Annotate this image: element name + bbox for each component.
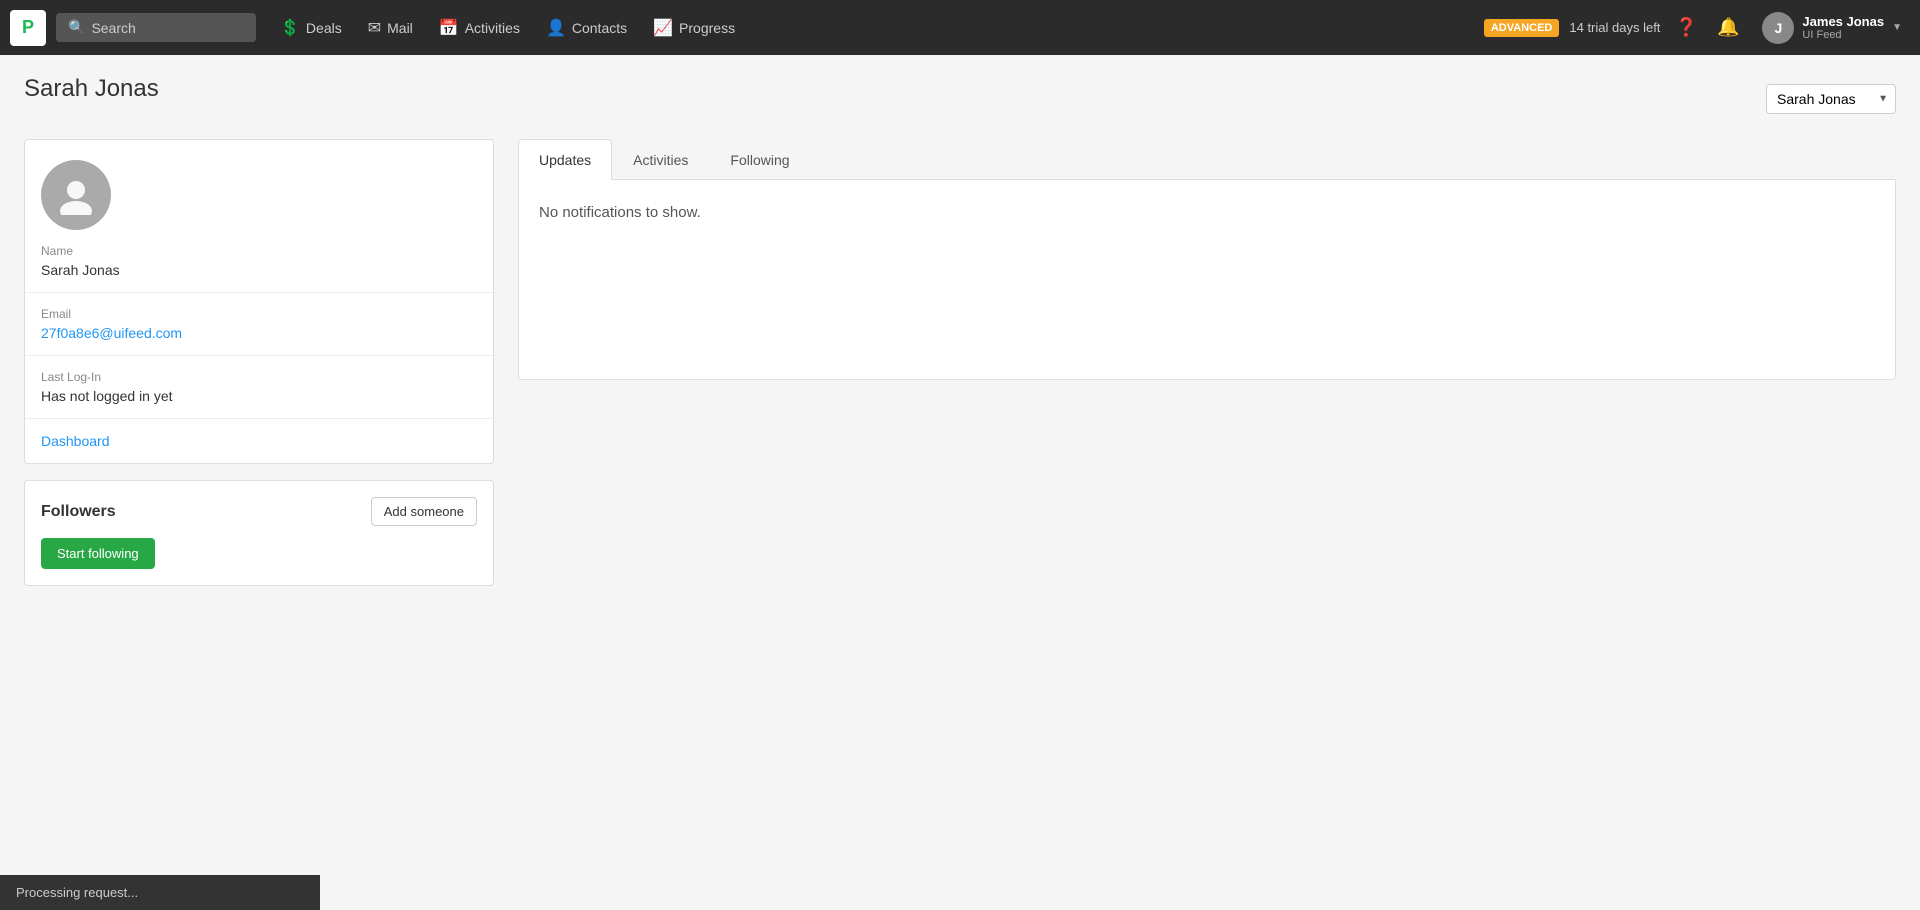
progress-icon: 📈 — [653, 18, 673, 38]
page-content: Sarah Jonas Sarah Jonas — [0, 55, 1920, 606]
trial-text: 14 trial days left — [1569, 20, 1660, 35]
left-panel: Name Sarah Jonas Email 27f0a8e6@uifeed.c… — [24, 139, 494, 586]
processing-bar: Processing request... — [0, 875, 320, 910]
last-login-value: Has not logged in yet — [41, 388, 477, 404]
nav-items: 💲 Deals ✉ Mail 📅 Activities 👤 Contacts 📈… — [268, 10, 747, 46]
contact-select[interactable]: Sarah Jonas — [1766, 84, 1896, 114]
email-row: Email 27f0a8e6@uifeed.com — [25, 293, 493, 356]
nav-item-progress-label: Progress — [679, 20, 735, 36]
tabs: Updates Activities Following — [518, 139, 1896, 180]
user-avatar: J — [1762, 12, 1794, 44]
email-value[interactable]: 27f0a8e6@uifeed.com — [41, 325, 182, 341]
content-layout: Name Sarah Jonas Email 27f0a8e6@uifeed.c… — [24, 139, 1896, 586]
search-box[interactable]: 🔍 Search — [56, 13, 256, 42]
user-name: James Jonas — [1802, 14, 1884, 29]
user-menu[interactable]: J James Jonas UI Feed ▼ — [1754, 8, 1910, 48]
advanced-badge: ADVANCED — [1484, 19, 1560, 37]
start-following-button[interactable]: Start following — [41, 538, 155, 569]
chevron-down-icon: ▼ — [1892, 22, 1902, 33]
contacts-icon: 👤 — [546, 18, 566, 38]
last-login-row: Last log-in Has not logged in yet — [25, 356, 493, 419]
tab-activities[interactable]: Activities — [612, 139, 709, 180]
nav-item-contacts-label: Contacts — [572, 20, 627, 36]
followers-header: Followers Add someone — [41, 497, 477, 526]
user-sub: UI Feed — [1802, 29, 1884, 41]
user-info: James Jonas UI Feed — [1802, 14, 1884, 41]
mail-icon: ✉ — [368, 18, 381, 38]
help-button[interactable]: ❓ — [1670, 12, 1702, 44]
search-icon: 🔍 — [68, 19, 85, 36]
dashboard-row: Dashboard — [25, 419, 493, 463]
top-navigation: P 🔍 Search 💲 Deals ✉ Mail 📅 Activities 👤… — [0, 0, 1920, 55]
followers-section: Followers Add someone Start following — [24, 480, 494, 586]
tab-content: No notifications to show. — [518, 180, 1896, 380]
tab-following[interactable]: Following — [709, 139, 810, 180]
avatar — [41, 160, 111, 230]
notifications-button[interactable]: 🔔 — [1712, 12, 1744, 44]
page-title: Sarah Jonas — [24, 75, 159, 103]
nav-item-activities[interactable]: 📅 Activities — [427, 10, 532, 46]
nav-item-deals[interactable]: 💲 Deals — [268, 10, 354, 46]
name-value: Sarah Jonas — [41, 262, 477, 278]
tab-updates[interactable]: Updates — [518, 139, 612, 180]
app-logo[interactable]: P — [10, 10, 46, 46]
contact-select-wrapper[interactable]: Sarah Jonas — [1766, 84, 1896, 114]
right-panel: Updates Activities Following No notifica… — [518, 139, 1896, 380]
nav-item-mail-label: Mail — [387, 20, 413, 36]
nav-item-progress[interactable]: 📈 Progress — [641, 10, 747, 46]
dashboard-link[interactable]: Dashboard — [41, 433, 110, 449]
search-label: Search — [91, 20, 135, 36]
app-container: P 🔍 Search 💲 Deals ✉ Mail 📅 Activities 👤… — [0, 0, 1920, 606]
processing-text: Processing request... — [16, 885, 138, 900]
no-notifications-message: No notifications to show. — [519, 180, 1895, 245]
name-row: Name Sarah Jonas — [25, 230, 493, 293]
email-label: Email — [41, 307, 477, 321]
activities-icon: 📅 — [439, 18, 459, 38]
nav-item-mail[interactable]: ✉ Mail — [356, 10, 425, 46]
add-someone-button[interactable]: Add someone — [371, 497, 477, 526]
deals-icon: 💲 — [280, 18, 300, 38]
nav-item-activities-label: Activities — [465, 20, 520, 36]
followers-title: Followers — [41, 503, 116, 521]
name-label: Name — [41, 244, 477, 258]
page-wrapper: Sarah Jonas Sarah Jonas — [0, 55, 1920, 606]
info-card: Name Sarah Jonas Email 27f0a8e6@uifeed.c… — [24, 139, 494, 464]
nav-item-contacts[interactable]: 👤 Contacts — [534, 10, 639, 46]
last-login-label: Last log-in — [41, 370, 477, 384]
profile-area — [25, 140, 493, 230]
nav-item-deals-label: Deals — [306, 20, 342, 36]
nav-right: ADVANCED 14 trial days left ❓ 🔔 J James … — [1484, 8, 1910, 48]
